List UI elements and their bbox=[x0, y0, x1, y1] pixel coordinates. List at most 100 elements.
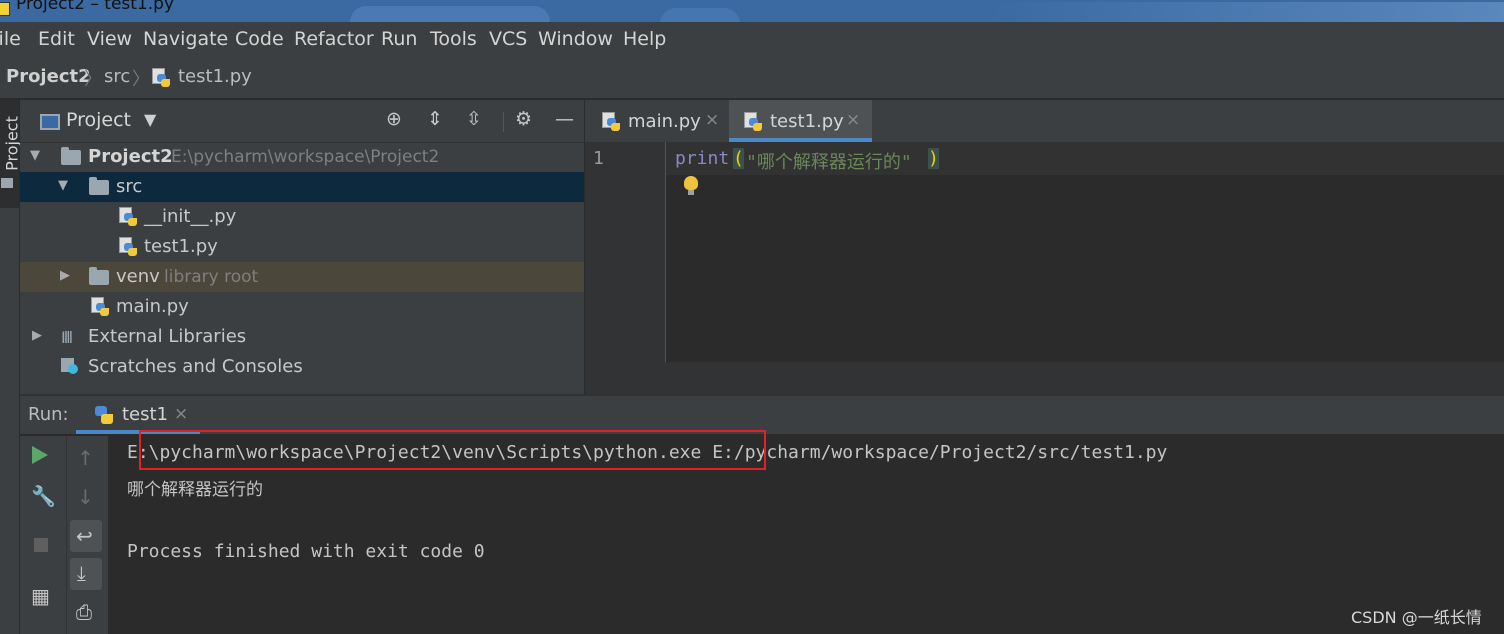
breadcrumb-separator: 〉 bbox=[132, 69, 150, 90]
breadcrumb: Project2 〉 src 〉 test1.py bbox=[0, 58, 1504, 99]
tree-item-label: Project2 bbox=[88, 146, 173, 167]
menu-window[interactable]: Window bbox=[538, 28, 613, 50]
tree-item-init-py[interactable]: __init__.py bbox=[20, 202, 584, 232]
python-file-icon bbox=[91, 297, 109, 317]
tab-test1-py-content[interactable]: test1.py × bbox=[729, 100, 872, 142]
menu-view[interactable]: View bbox=[87, 28, 132, 50]
chevron-down-icon[interactable]: ▼ bbox=[144, 110, 156, 129]
tree-item-external-libraries[interactable]: ▶ Illl External Libraries bbox=[20, 322, 584, 352]
code-string: "哪个解释器运行的" bbox=[746, 152, 912, 173]
tab-label: main.py bbox=[628, 111, 701, 132]
title-bar: Project2 – test1.py bbox=[0, 0, 1504, 22]
menu-tools[interactable]: Tools bbox=[430, 28, 477, 50]
code-function-name: print bbox=[675, 148, 730, 169]
close-icon[interactable]: × bbox=[846, 110, 860, 130]
menu-vcs[interactable]: VCS bbox=[489, 28, 527, 50]
arrow-down-icon[interactable]: ↓ bbox=[77, 485, 94, 509]
toolbar-divider bbox=[503, 112, 504, 132]
tree-item-label: External Libraries bbox=[88, 326, 247, 347]
menu-bar: File Edit View Navigate Code Refactor Ru… bbox=[0, 22, 1504, 58]
tree-item-venv[interactable]: ▶ venv library root bbox=[20, 262, 584, 292]
collapse-all-icon[interactable]: ⇳ bbox=[466, 108, 482, 130]
annotation-highlight-box bbox=[139, 430, 766, 470]
chevron-down-icon[interactable]: ▼ bbox=[58, 178, 68, 193]
title-bar-decoration bbox=[350, 6, 550, 22]
tree-item-label: src bbox=[116, 176, 143, 197]
breadcrumb-project[interactable]: Project2 bbox=[6, 66, 91, 87]
breadcrumb-src[interactable]: src bbox=[104, 66, 130, 87]
python-file-icon bbox=[119, 207, 137, 227]
wrench-icon[interactable]: 🔧 bbox=[31, 484, 56, 508]
tree-item-main-py[interactable]: main.py bbox=[20, 292, 584, 322]
gutter-divider bbox=[665, 142, 666, 362]
lightbulb-icon[interactable] bbox=[684, 176, 698, 190]
title-bar-decoration bbox=[660, 8, 740, 22]
tree-item-project2[interactable]: ▼ Project2 E:\pycharm\workspace\Project2 bbox=[20, 142, 584, 172]
folder-icon bbox=[1, 178, 13, 188]
python-file-icon bbox=[119, 237, 137, 257]
run-label: Run: bbox=[28, 404, 69, 425]
python-file-icon bbox=[744, 112, 762, 132]
tree-item-path: E:\pycharm\workspace\Project2 bbox=[171, 147, 440, 167]
print-icon[interactable]: ⎙ bbox=[76, 600, 92, 624]
tree-item-label: test1.py bbox=[144, 236, 218, 257]
layout-icon[interactable]: ▦ bbox=[31, 584, 50, 608]
menu-navigate[interactable]: Navigate bbox=[143, 28, 228, 50]
breadcrumb-file[interactable]: test1.py bbox=[178, 66, 252, 87]
menu-refactor[interactable]: Refactor bbox=[294, 28, 374, 50]
line-number: 1 bbox=[593, 148, 604, 169]
menu-code[interactable]: Code bbox=[235, 28, 284, 50]
chevron-down-icon[interactable]: ▼ bbox=[30, 148, 40, 163]
expand-all-icon[interactable]: ⇕ bbox=[427, 108, 443, 130]
python-file-icon bbox=[602, 112, 620, 132]
code-editor[interactable] bbox=[585, 142, 1504, 362]
watermark: CSDN @一纸长情 bbox=[1351, 608, 1482, 627]
folder-icon bbox=[61, 147, 81, 165]
chevron-right-icon[interactable]: ▶ bbox=[32, 328, 42, 343]
gear-icon[interactable]: ⚙ bbox=[515, 108, 532, 130]
project-view-icon bbox=[40, 114, 60, 130]
editor-gutter bbox=[585, 142, 665, 362]
close-icon[interactable]: × bbox=[705, 110, 719, 130]
scroll-to-end-button[interactable] bbox=[70, 558, 102, 590]
folder-icon bbox=[89, 267, 109, 285]
menu-file[interactable]: File bbox=[0, 28, 21, 50]
project-panel-title[interactable]: Project bbox=[66, 109, 131, 131]
locate-icon[interactable]: ⊕ bbox=[386, 108, 402, 130]
tree-item-label: main.py bbox=[116, 296, 189, 317]
rerun-icon[interactable] bbox=[32, 446, 48, 464]
menu-edit[interactable]: Edit bbox=[38, 28, 75, 50]
console-badge-icon bbox=[68, 364, 78, 374]
editor-empty-area bbox=[585, 362, 1504, 394]
chevron-right-icon[interactable]: ▶ bbox=[60, 268, 70, 283]
tab-label: test1.py bbox=[770, 111, 844, 132]
code-close-paren: ) bbox=[928, 148, 939, 169]
close-icon[interactable]: × bbox=[174, 404, 188, 424]
run-tab-test1[interactable]: test1 bbox=[122, 404, 168, 425]
tree-item-label: Scratches and Consoles bbox=[88, 356, 303, 377]
code-open-paren: ( bbox=[733, 148, 744, 169]
app-icon bbox=[0, 2, 10, 16]
breadcrumb-separator: 〉 bbox=[84, 69, 102, 90]
console-line-output: 哪个解释器运行的 bbox=[127, 480, 263, 500]
arrow-up-icon[interactable]: ↑ bbox=[77, 446, 94, 470]
library-icon: Illl bbox=[61, 328, 73, 347]
scroll-to-end-icon: ⤓ bbox=[77, 561, 86, 585]
menu-run[interactable]: Run bbox=[381, 28, 417, 50]
tree-item-test1-py[interactable]: test1.py bbox=[20, 232, 584, 262]
python-run-icon bbox=[95, 406, 113, 426]
window-title: Project2 – test1.py bbox=[16, 0, 175, 14]
minimize-icon[interactable]: — bbox=[555, 108, 574, 130]
tree-item-src[interactable]: ▼ src bbox=[20, 172, 584, 202]
python-file-icon bbox=[152, 68, 170, 88]
stop-icon[interactable] bbox=[34, 538, 48, 552]
project-tool-label[interactable]: Project bbox=[3, 104, 22, 184]
tree-item-scratches[interactable]: Scratches and Consoles bbox=[20, 352, 584, 382]
tab-main-py[interactable]: main.py × bbox=[586, 100, 726, 142]
lightbulb-base bbox=[688, 190, 694, 195]
source-folder-icon bbox=[89, 177, 109, 195]
tree-item-label: venv bbox=[116, 266, 160, 287]
run-panel-header bbox=[20, 396, 1504, 434]
menu-help[interactable]: Help bbox=[623, 28, 666, 50]
soft-wrap-icon: ↩ bbox=[76, 524, 93, 548]
